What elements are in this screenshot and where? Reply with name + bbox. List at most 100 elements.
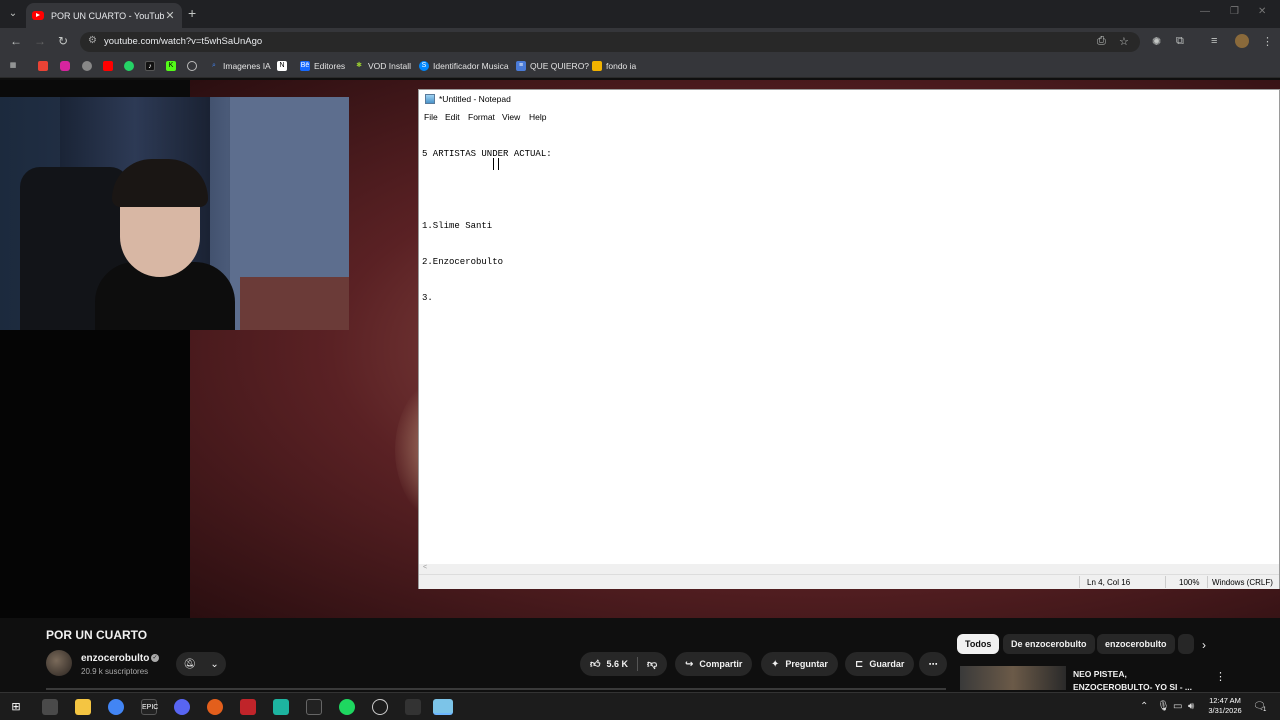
extension-icon[interactable]: ✺ [1152, 35, 1161, 48]
bookmark-tiktok[interactable]: ♪ [145, 61, 159, 71]
channel-avatar[interactable] [46, 650, 72, 676]
reload-icon[interactable]: ↻ [58, 34, 68, 48]
status-divider [1165, 576, 1166, 588]
text-line [422, 184, 1276, 196]
bookmark-editores[interactable]: Bē Editores [300, 61, 345, 71]
gmail-icon [38, 61, 48, 71]
back-icon[interactable]: ← [10, 34, 22, 48]
maximize-icon[interactable]: ❐ [1230, 6, 1239, 17]
address-url: youtube.com/watch?v=t5whSaUnAgo [104, 36, 263, 47]
bookmark-imagenes-ia[interactable]: ⌕ Imagenes IA [209, 61, 271, 71]
windows-taskbar: ⊞ EPIC ⌃ 🎙︎ ▭ 🔊︎ 12:47 AM 3/31/2026 🗨︎ 1 [0, 692, 1280, 720]
chrome-icon[interactable] [108, 699, 124, 715]
tab-title: POR UN CUARTO - YouTube [51, 10, 164, 21]
browser-tab[interactable]: POR UN CUARTO - YouTube ✕ [26, 3, 182, 28]
notepad-window: *Untitled - Notepad File Edit Format Vie… [418, 89, 1280, 589]
file-explorer-icon[interactable] [75, 699, 91, 715]
bookmark-generic[interactable] [82, 61, 96, 71]
epic-games-icon[interactable]: EPIC [141, 699, 158, 715]
chip-all[interactable]: Todos [957, 634, 1000, 654]
recommendation-thumbnail[interactable] [960, 666, 1066, 690]
volume-icon[interactable]: 🔊︎ [1188, 701, 1194, 712]
voicemeeter-icon[interactable] [240, 699, 256, 715]
notepad-titlebar[interactable]: *Untitled - Notepad [419, 90, 1279, 108]
notepad-menubar: File Edit Format View Help [419, 109, 1279, 124]
tab-search-icon[interactable]: ⌄ [4, 5, 22, 23]
chevron-right-icon[interactable]: › [1202, 638, 1206, 652]
close-window-icon[interactable]: ✕ [1258, 6, 1266, 17]
tab-close-icon[interactable]: ✕ [164, 9, 176, 22]
network-icon[interactable]: ▭ [1173, 701, 1182, 712]
bookmark-fondo-ia[interactable]: fondo ia [592, 61, 636, 71]
video-progress-bar[interactable] [46, 688, 946, 690]
recommendation-more-icon[interactable]: ⋮ [1215, 670, 1226, 683]
channel-name[interactable]: enzocerobulto [81, 653, 149, 664]
subscriber-count: 20.9 k suscriptores [81, 667, 149, 676]
minimize-icon[interactable]: — [1200, 6, 1210, 17]
chip-partial[interactable] [1178, 634, 1194, 654]
more-actions-button[interactable]: ⋯ [919, 652, 947, 676]
bookmark-vod-install[interactable]: ✱ VOD Install [354, 61, 411, 71]
bookmark-que-quiero[interactable]: ≡ QUE QUIERO? [516, 61, 589, 71]
bookmark-icon: ⊏ [855, 658, 864, 670]
share-button[interactable]: ↪ Compartir [675, 652, 753, 676]
bookmark-instagram[interactable] [60, 61, 74, 71]
sparkle-icon: ✦ [771, 658, 780, 670]
notepad-taskbar-icon[interactable] [433, 699, 453, 715]
youtube-favicon-icon [32, 11, 44, 20]
menu-file[interactable]: File [424, 112, 438, 122]
windows-start-icon[interactable]: ⊞ [8, 699, 24, 715]
dislike-icon[interactable]: 👎︎ [647, 658, 657, 670]
tray-chevron-icon[interactable]: ⌃ [1140, 701, 1148, 712]
apps-grid-icon[interactable]: ▦ [8, 61, 22, 71]
task-view-icon[interactable] [42, 699, 58, 715]
install-app-icon[interactable]: ⎙ [1097, 35, 1106, 48]
extensions-puzzle-icon[interactable]: ⧉ [1176, 35, 1184, 48]
app-teal-icon[interactable] [273, 699, 289, 715]
bookmark-identificador-musica[interactable]: S Identificador Musica [419, 61, 509, 71]
bookmark-globe[interactable] [187, 61, 201, 71]
bookmark-whatsapp[interactable] [124, 61, 138, 71]
media-control-icon[interactable]: ≡ [1211, 35, 1217, 47]
recommendation-title[interactable]: NEO PISTEA, ENZOCEROBULTO- YO SI - ... [1073, 668, 1203, 694]
profile-avatar[interactable] [1235, 34, 1249, 48]
spotify-icon[interactable] [339, 699, 355, 715]
menu-view[interactable]: View [502, 112, 520, 122]
folder-icon [592, 61, 602, 71]
microphone-icon[interactable]: 🎙︎ [1157, 701, 1170, 712]
chrome-menu-icon[interactable]: ⋮ [1262, 35, 1273, 48]
steam-icon[interactable] [405, 699, 421, 715]
notepad-text-area[interactable]: 5 ARTISTAS UNDER ACTUAL: 1.Slime Santi 2… [419, 124, 1279, 564]
scroll-left-icon[interactable]: < [423, 564, 427, 571]
site-info-icon[interactable]: ⚙ [88, 35, 97, 46]
bookmark-gmail[interactable] [38, 61, 52, 71]
chip-channel[interactable]: enzocerobulto [1097, 634, 1175, 654]
text-line: 5 ARTISTAS UNDER ACTUAL: [422, 149, 552, 159]
menu-format[interactable]: Format [468, 112, 495, 122]
doc-icon: ≡ [516, 61, 526, 71]
horizontal-scrollbar[interactable]: < [419, 564, 1279, 574]
bookmark-star-icon[interactable]: ☆ [1119, 35, 1129, 48]
instagram-icon [60, 61, 70, 71]
menu-help[interactable]: Help [529, 112, 546, 122]
forward-icon[interactable]: → [34, 34, 46, 48]
chip-from-channel[interactable]: De enzocerobulto [1003, 634, 1095, 654]
system-clock[interactable]: 12:47 AM 3/31/2026 [1202, 696, 1248, 716]
discord-icon[interactable] [174, 699, 190, 715]
bookmark-notion[interactable]: N [277, 61, 291, 71]
bookmark-kick[interactable]: K [166, 61, 180, 71]
capcut-icon[interactable] [306, 699, 322, 715]
address-bar[interactable]: ⚙ youtube.com/watch?v=t5whSaUnAgo [80, 32, 1140, 52]
new-tab-icon[interactable]: + [188, 5, 196, 21]
notification-bell-button[interactable]: 🔕︎ ⌄ [176, 652, 226, 676]
bookmark-youtube[interactable] [103, 61, 117, 71]
ask-button[interactable]: ✦ Preguntar [761, 652, 838, 676]
fl-studio-icon[interactable] [207, 699, 223, 715]
menu-edit[interactable]: Edit [445, 112, 460, 122]
behance-icon: Bē [300, 61, 310, 71]
obs-icon[interactable] [372, 699, 388, 715]
save-button[interactable]: ⊏ Guardar [845, 652, 915, 676]
like-count[interactable]: 5.6 K [606, 659, 628, 669]
like-icon[interactable]: 👍︎ [590, 658, 600, 670]
status-zoom: 100% [1179, 578, 1200, 587]
